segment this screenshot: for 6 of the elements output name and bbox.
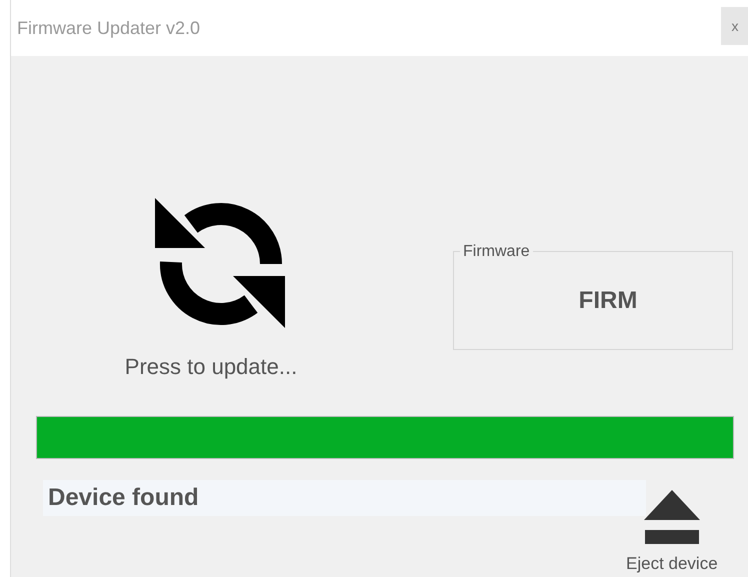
update-label: Press to update... xyxy=(124,354,298,380)
firmware-value: FIRM xyxy=(578,286,638,314)
window-title: Firmware Updater v2.0 xyxy=(17,18,200,38)
status-field: Device found xyxy=(43,480,646,516)
eject-icon xyxy=(644,490,700,544)
close-button[interactable]: x xyxy=(721,7,748,45)
